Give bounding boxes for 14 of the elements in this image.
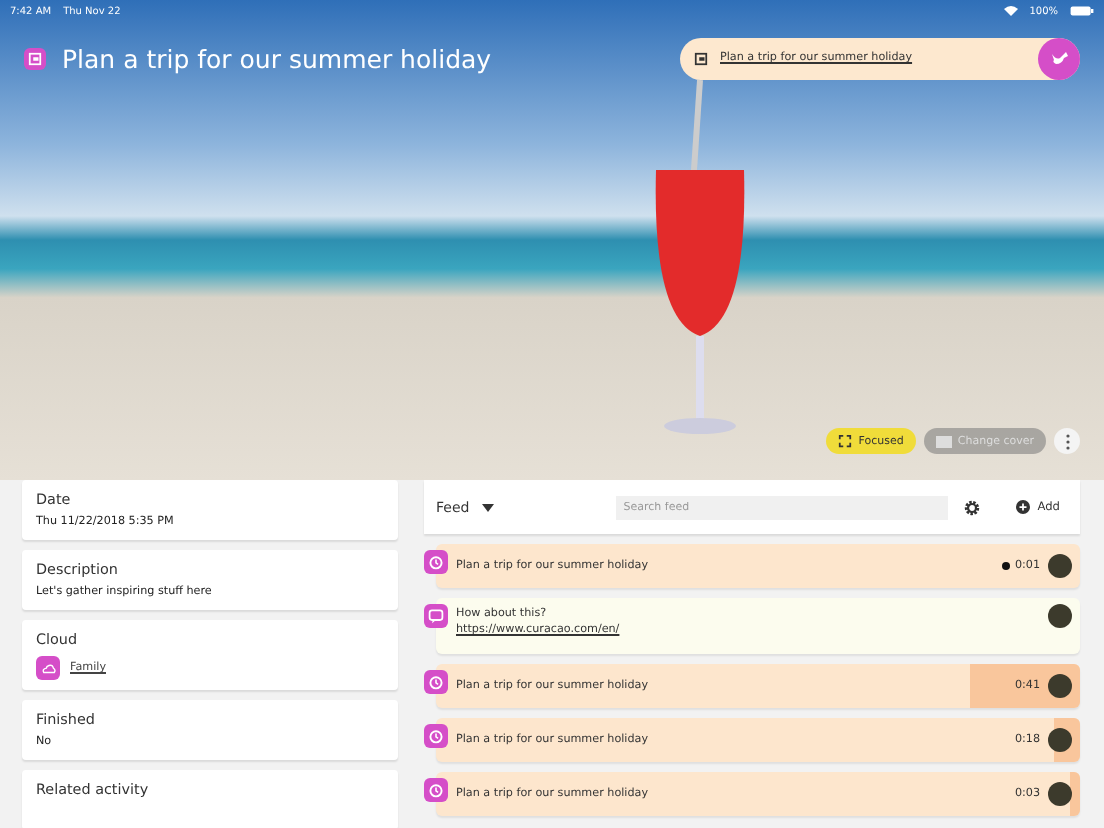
caret-icon [481, 503, 494, 511]
page-title: Plan a trip for our summer holiday [62, 43, 494, 73]
avatar [1048, 782, 1072, 806]
focus-frame-icon [838, 434, 853, 448]
avatar [1048, 728, 1072, 752]
settings-icon [963, 499, 980, 515]
avatar [1048, 604, 1072, 628]
wifi-icon [1003, 6, 1018, 16]
cloud-icon [36, 656, 60, 680]
avatar [1048, 554, 1072, 578]
plus-icon [1015, 500, 1030, 514]
battery-icon [1070, 6, 1094, 16]
project-icon [694, 51, 708, 65]
bird-icon [1049, 50, 1069, 66]
